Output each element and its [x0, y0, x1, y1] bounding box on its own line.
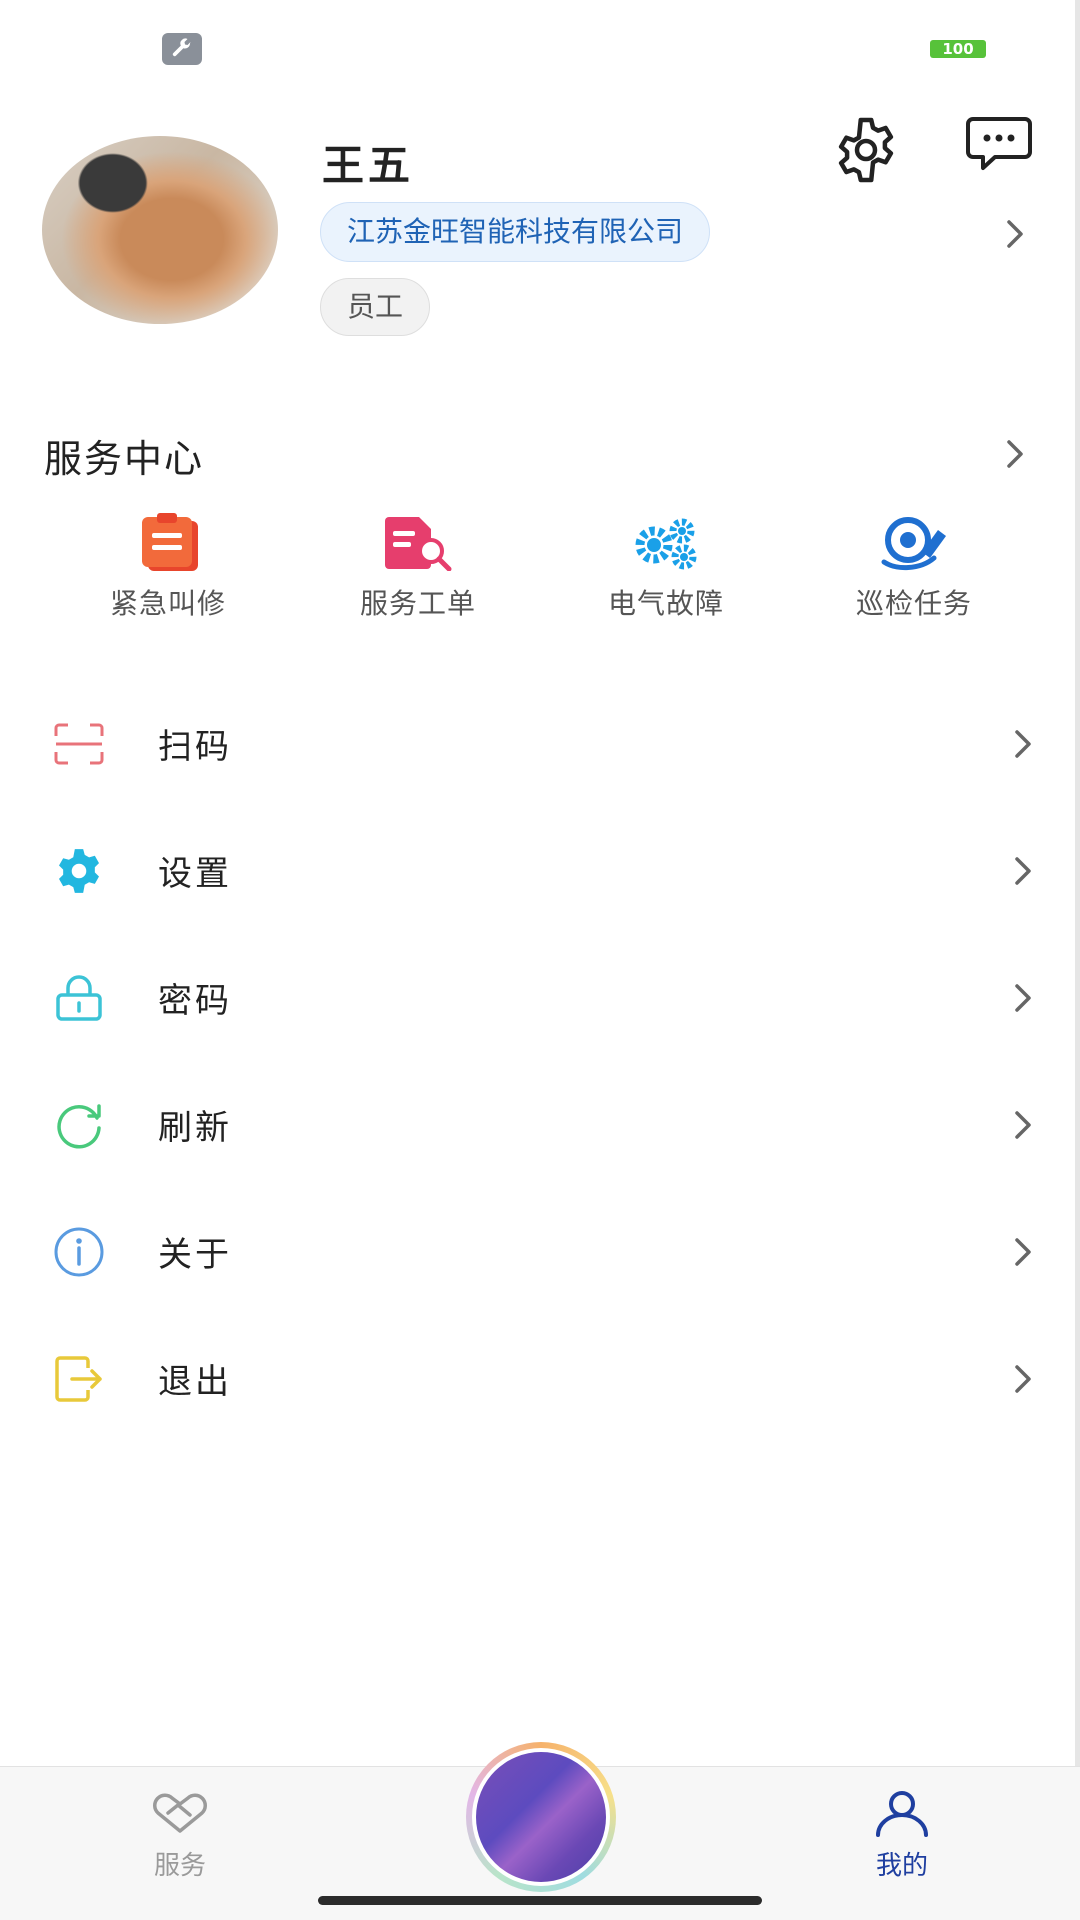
service-inspection-task[interactable]: 巡检任务	[814, 512, 1014, 622]
role-badge: 员工	[320, 278, 431, 336]
menu-item-logout[interactable]: 退出	[0, 1315, 1080, 1442]
settings-button[interactable]	[828, 112, 904, 188]
avatar[interactable]	[42, 136, 278, 324]
tab-label: 服务	[153, 1851, 206, 1881]
center-action-button[interactable]	[466, 1742, 616, 1892]
center-button-orb	[476, 1752, 606, 1882]
service-grid: 紧急叫修 服务工单 电气故障 巡检任务	[0, 512, 1080, 622]
inspection-icon	[874, 512, 954, 574]
chevron-right-icon[interactable]	[1000, 216, 1030, 252]
menu-item-about[interactable]: 关于	[0, 1188, 1080, 1315]
logout-icon	[52, 1352, 106, 1406]
menu-item-refresh[interactable]: 刷新	[0, 1061, 1080, 1188]
menu-label: 退出	[158, 1362, 232, 1402]
center-button-ring	[472, 1748, 610, 1886]
chevron-right-icon	[1015, 983, 1031, 1012]
service-label: 紧急叫修	[109, 587, 226, 620]
menu-label: 刷新	[158, 1108, 232, 1148]
menu-item-scan[interactable]: 扫码	[0, 680, 1080, 807]
refresh-icon	[52, 1098, 106, 1152]
status-bar: 100	[0, 0, 1080, 100]
chevron-right-icon	[1015, 1364, 1031, 1393]
clipboard-icon	[128, 512, 208, 574]
gear-icon	[838, 117, 894, 183]
tab-label: 我的	[875, 1851, 928, 1881]
service-label: 巡检任务	[855, 587, 972, 620]
service-label: 电气故障	[607, 587, 724, 620]
menu-list: 扫码 设置 密码 刷新 关于 退出	[0, 680, 1080, 1442]
service-work-order[interactable]: 服务工单	[318, 512, 518, 622]
company-badge[interactable]: 江苏金旺智能科技有限公司	[320, 202, 711, 262]
person-icon	[822, 1787, 982, 1839]
chevron-right-icon	[1015, 856, 1031, 885]
menu-label: 设置	[158, 854, 232, 894]
chevron-right-icon[interactable]	[1000, 436, 1030, 472]
chat-bubble-icon	[966, 117, 1032, 170]
menu-label: 密码	[158, 981, 232, 1021]
wrench-icon	[162, 33, 202, 65]
service-center-title: 服务中心	[44, 437, 205, 481]
service-electrical-fault[interactable]: 电气故障	[566, 512, 766, 622]
chevron-right-icon	[1015, 1237, 1031, 1266]
gear-icon	[52, 844, 106, 898]
tab-service[interactable]: 服务	[100, 1787, 260, 1887]
info-icon	[52, 1225, 106, 1279]
service-label: 服务工单	[359, 587, 476, 620]
home-indicator[interactable]	[318, 1896, 762, 1905]
document-search-icon	[378, 512, 458, 574]
battery-indicator: 100	[930, 40, 986, 58]
menu-label: 关于	[158, 1235, 232, 1275]
menu-item-settings[interactable]: 设置	[0, 807, 1080, 934]
scan-icon	[52, 717, 106, 771]
gears-icon	[626, 512, 706, 574]
service-emergency-repair[interactable]: 紧急叫修	[68, 512, 268, 622]
handshake-icon	[100, 1787, 260, 1839]
message-button[interactable]	[964, 114, 1034, 174]
chevron-right-icon	[1015, 1110, 1031, 1139]
chevron-right-icon	[1015, 729, 1031, 758]
lock-icon	[52, 971, 106, 1025]
menu-label: 扫码	[158, 727, 232, 767]
tab-mine[interactable]: 我的	[822, 1787, 982, 1887]
menu-item-password[interactable]: 密码	[0, 934, 1080, 1061]
user-name: 王五	[322, 141, 415, 190]
